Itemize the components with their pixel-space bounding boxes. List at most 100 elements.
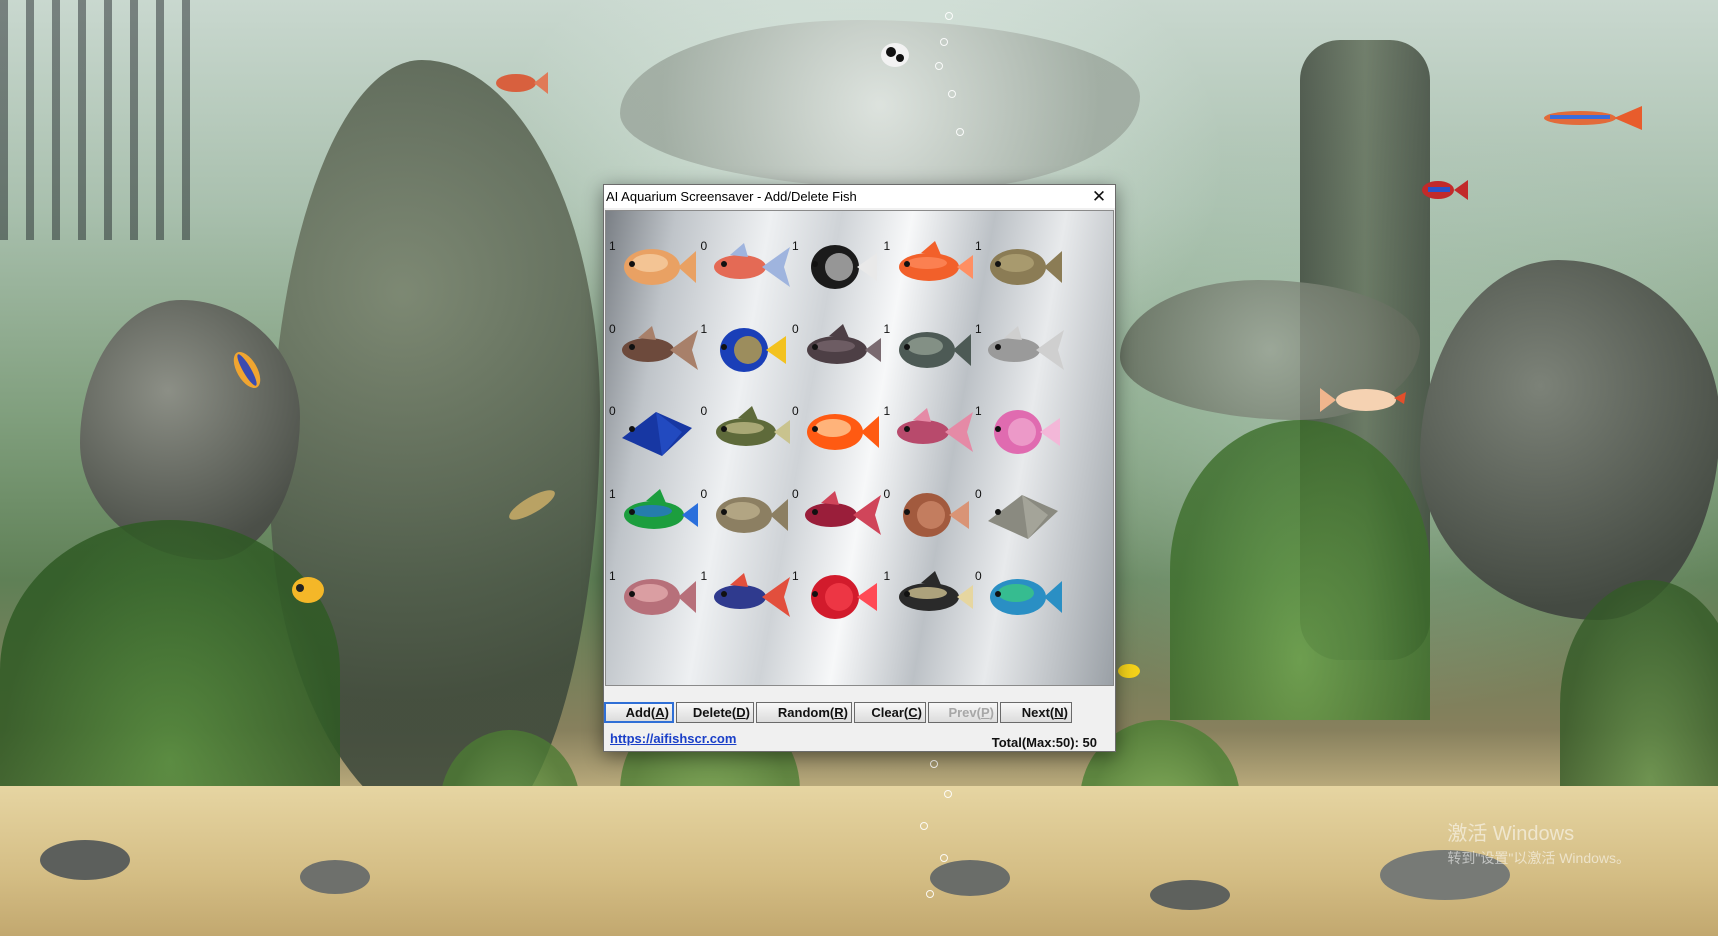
close-icon[interactable]: ✕ — [1083, 185, 1115, 208]
swimming-fish — [1422, 180, 1468, 200]
swimming-fish — [233, 351, 261, 389]
guppy-red-tail-icon — [898, 241, 973, 281]
blue-manta-ray-icon — [622, 412, 692, 456]
swimming-fish — [1320, 388, 1406, 412]
pink-gourami-icon — [896, 408, 973, 452]
royal-blue-tang-icon — [719, 327, 786, 372]
bubble — [935, 62, 943, 70]
pebble — [930, 860, 1010, 896]
button-shortcut-key: A — [655, 705, 665, 720]
discus-blue-red-icon — [713, 243, 790, 287]
swimming-fish — [1544, 106, 1642, 130]
crimson-grouper-icon — [805, 490, 881, 535]
bubble — [945, 12, 953, 20]
website-link[interactable]: https://aifishscr.com — [610, 731, 736, 746]
rainbow-guppy-icon — [624, 488, 698, 529]
watermark-title: 激活 Windows — [1447, 823, 1575, 845]
fish-cell-dark-tuna[interactable]: 0 — [789, 304, 889, 394]
fish-cell-crimson-grouper[interactable]: 0 — [789, 469, 889, 559]
button-shortcut-key: N — [1054, 705, 1064, 720]
button-shortcut-key: C — [908, 705, 918, 720]
fish-cell-brown-grouper[interactable]: 0 — [606, 304, 706, 394]
fish-cell-pink-betta[interactable]: 1 — [972, 386, 1072, 476]
swimming-fish — [1118, 664, 1140, 678]
dark-tuna-icon — [807, 323, 881, 364]
angelfish-orange-icon — [624, 249, 696, 285]
spotted-goby-icon — [898, 331, 971, 368]
fish-cell-tiger-barb[interactable]: 0 — [698, 386, 798, 476]
pink-betta-icon — [994, 410, 1060, 454]
olive-bream-icon — [990, 249, 1062, 285]
bubble — [940, 854, 948, 862]
button-label: Random — [777, 705, 830, 720]
fish-cell-royal-blue-tang[interactable]: 1 — [698, 304, 798, 394]
button-label: Prev — [948, 705, 977, 720]
blue-green-parrotfish-icon — [990, 579, 1062, 615]
button-label: Clear — [871, 705, 904, 720]
red-blue-parrotfish-icon — [713, 573, 790, 617]
fish-cell-discus-blue-red[interactable]: 0 — [698, 221, 798, 311]
clear-button[interactable]: Clear(C) — [854, 702, 926, 723]
swimming-fish — [881, 43, 909, 67]
button-row: Add(A) Delete(D) Random(R) Clear(C) Prev(P) N… — [604, 702, 1115, 724]
add-delete-fish-dialog: AI Aquarium Screensaver - Add/Delete Fis… — [603, 184, 1116, 752]
button-label: Delete — [692, 705, 732, 720]
brown-grouper-icon — [622, 325, 698, 370]
bubble — [944, 790, 952, 798]
fish-cell-grey-barbel[interactable]: 1 — [972, 304, 1072, 394]
fish-cell-blue-manta-ray[interactable]: 0 — [606, 386, 706, 476]
swimming-fish — [496, 72, 548, 94]
fish-cell-guppy-red-tail[interactable]: 1 — [881, 221, 981, 311]
watermark-subtitle: 转到"设置"以激活 Windows。 — [1447, 850, 1630, 866]
prev-button: Prev(P) — [928, 702, 998, 723]
zebra-angelfish-icon — [898, 571, 973, 611]
add-button[interactable]: Add(A) — [604, 702, 674, 723]
pebble — [300, 860, 370, 894]
fish-cell-flowerhorn-cichlid[interactable]: 1 — [606, 551, 706, 641]
bubble — [930, 760, 938, 768]
fish-grid: 1011101011000111000011110 — [605, 210, 1114, 686]
tan-cod-icon — [715, 496, 788, 533]
total-count: Total(Max:50): 50 — [991, 735, 1097, 750]
red-tetra-icon — [811, 575, 877, 619]
grey-stingray-icon — [988, 494, 1058, 539]
fish-cell-red-blue-parrotfish[interactable]: 1 — [698, 551, 798, 641]
grey-barbel-icon — [988, 325, 1064, 370]
next-button[interactable]: Next(N) — [1000, 702, 1072, 723]
dialog-title: AI Aquarium Screensaver - Add/Delete Fis… — [606, 189, 857, 204]
fish-cell-pink-gourami[interactable]: 1 — [881, 386, 981, 476]
fish-cell-rainbow-guppy[interactable]: 1 — [606, 469, 706, 559]
swimming-fish — [292, 577, 324, 603]
bubble — [920, 822, 928, 830]
fish-cell-bronze-snapper[interactable]: 0 — [881, 469, 981, 559]
black-moor-goldfish-icon — [811, 245, 877, 289]
pebble — [1150, 880, 1230, 910]
fish-cell-tan-cod[interactable]: 0 — [698, 469, 798, 559]
button-shortcut-key: P — [980, 705, 990, 720]
fish-cell-red-tetra[interactable]: 1 — [789, 551, 889, 641]
fish-cell-angelfish-orange[interactable]: 1 — [606, 221, 706, 311]
flowerhorn-cichlid-icon — [624, 579, 696, 615]
red-white-goldfish-icon — [807, 414, 879, 450]
swimming-fish — [509, 490, 555, 520]
fish-cell-zebra-angelfish[interactable]: 1 — [881, 551, 981, 641]
hanging-roots — [0, 0, 200, 240]
delete-button[interactable]: Delete(D) — [676, 702, 754, 723]
bronze-snapper-icon — [902, 492, 969, 537]
fish-cell-olive-bream[interactable]: 1 — [972, 221, 1072, 311]
button-label: Next — [1021, 705, 1050, 720]
fish-cell-spotted-goby[interactable]: 1 — [881, 304, 981, 394]
fish-cell-grey-stingray[interactable]: 0 — [972, 469, 1072, 559]
fish-cell-black-moor-goldfish[interactable]: 1 — [789, 221, 889, 311]
tiger-barb-icon — [715, 406, 790, 446]
bubble — [956, 128, 964, 136]
green-plant — [0, 520, 340, 820]
button-shortcut-key: D — [736, 705, 746, 720]
fish-cell-blue-green-parrotfish[interactable]: 0 — [972, 551, 1072, 641]
windows-activation-watermark: 激活 Windows 转到"设置"以激活 Windows。 — [1447, 822, 1630, 870]
random-button[interactable]: Random(R) — [756, 702, 852, 723]
pebble — [40, 840, 130, 880]
dialog-titlebar[interactable]: AI Aquarium Screensaver - Add/Delete Fis… — [604, 185, 1115, 208]
bubble — [940, 38, 948, 46]
fish-cell-red-white-goldfish[interactable]: 0 — [789, 386, 889, 476]
